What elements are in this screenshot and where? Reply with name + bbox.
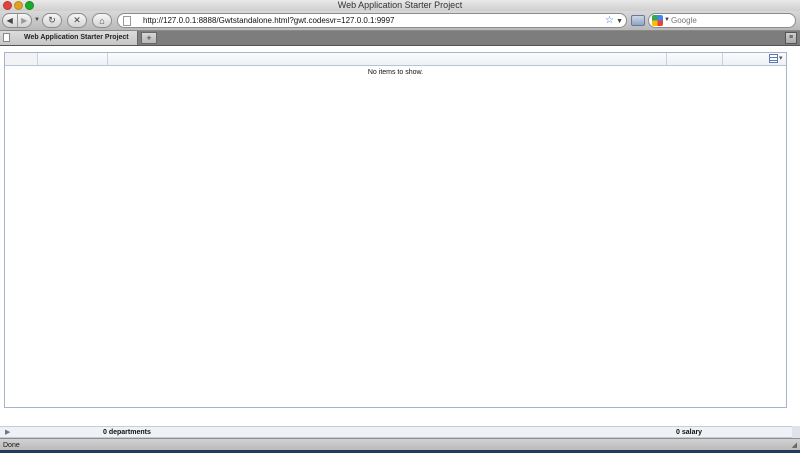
window-title: Web Application Starter Project — [337, 0, 463, 10]
tab-label: Web Application Starter Project — [24, 34, 129, 41]
stop-button[interactable]: ✕ — [67, 13, 87, 28]
page-icon — [123, 16, 131, 26]
salary-summary: 0 salary — [676, 429, 703, 436]
tab-page-icon — [3, 33, 10, 42]
grid-header-cell[interactable] — [667, 53, 723, 65]
feed-icon[interactable] — [631, 15, 645, 26]
grid-header-cell[interactable] — [5, 53, 38, 65]
grid-header-cell[interactable] — [108, 53, 667, 65]
home-button[interactable]: ⌂ — [92, 13, 112, 28]
resize-grip-icon[interactable]: ◢ — [792, 441, 797, 450]
window-title-bar: Web Application Starter Project — [0, 0, 800, 11]
grid-header-cell[interactable] — [38, 53, 108, 65]
back-button[interactable]: ◀ — [3, 14, 17, 27]
tab-web-application-starter-project[interactable]: Web Application Starter Project — [0, 31, 138, 45]
reload-button[interactable]: ↻ — [42, 13, 62, 28]
bookmark-star-icon[interactable]: ☆ — [605, 14, 614, 27]
summary-row: ▶ 0 departments 0 salary — [0, 426, 792, 438]
address-dropdown-icon[interactable]: ▼ — [616, 15, 623, 28]
tab-bar: Web Application Starter Project + ≡ — [0, 31, 800, 46]
table-icon — [769, 54, 778, 63]
search-engine-dropdown-icon[interactable]: ▼ — [664, 14, 670, 27]
new-tab-button[interactable]: + — [141, 32, 157, 44]
search-input[interactable]: Google — [671, 14, 697, 27]
summary-scroll-gutter — [792, 426, 800, 438]
history-dropdown-icon[interactable]: ▼ — [34, 17, 40, 23]
forward-button[interactable]: ▶ — [16, 14, 32, 27]
column-menu-icon[interactable]: ▾ — [769, 54, 785, 64]
address-text[interactable]: http://127.0.0.1:8888/Gwtstandalone.html… — [143, 14, 395, 27]
address-bar[interactable]: http://127.0.0.1:8888/Gwtstandalone.html… — [117, 13, 627, 28]
data-grid: ▾ No items to show. — [4, 52, 787, 408]
back-forward-control: ◀ ▶ — [2, 13, 32, 28]
filter-icon: ▾ — [779, 55, 783, 62]
empty-grid-message: No items to show. — [367, 69, 424, 76]
tab-list-menu-button[interactable]: ≡ — [785, 32, 797, 44]
grid-header-cell[interactable] — [723, 53, 769, 65]
departments-summary: 0 departments — [103, 429, 151, 436]
grid-header: ▾ — [5, 53, 786, 66]
search-box[interactable]: ▼ Google — [648, 13, 796, 28]
search-engine-icon[interactable] — [652, 15, 663, 26]
expand-arrow-icon[interactable]: ▶ — [5, 429, 10, 436]
browser-toolbar: ◀ ▶ ▼ ↻ ✕ ⌂ http://127.0.0.1:8888/Gwtsta… — [0, 11, 800, 31]
